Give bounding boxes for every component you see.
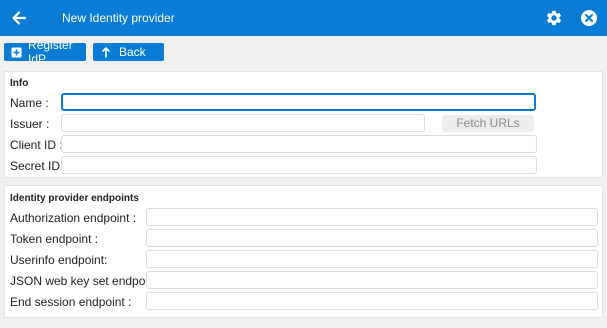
userinfo-endpoint-label: Userinfo endpoint: [10, 253, 108, 267]
endpoints-section-title: Identity provider endpoints [10, 193, 139, 204]
back-button[interactable]: Back [93, 43, 164, 61]
jwks-endpoint-input[interactable] [146, 271, 598, 289]
back-label: Back [119, 45, 146, 59]
name-input[interactable] [61, 93, 536, 111]
authorization-endpoint-label: Authorization endpoint : [10, 211, 137, 225]
end-session-endpoint-label: End session endpoint : [10, 295, 132, 309]
secret-id-label: Secret ID : [10, 159, 67, 173]
token-endpoint-input[interactable] [146, 229, 598, 247]
page-title: New Identity provider [62, 11, 175, 25]
fetch-urls-button[interactable]: Fetch URLs [442, 115, 534, 132]
info-panel: Info Name : Issuer : Fetch URLs Client I… [4, 71, 603, 178]
client-id-input[interactable] [61, 135, 537, 153]
register-idp-button[interactable]: Register IdP [4, 38, 86, 66]
client-id-label: Client ID : [10, 138, 63, 152]
endpoints-panel: Identity provider endpoints Authorizatio… [4, 185, 603, 318]
return-arrow-icon [98, 44, 114, 60]
issuer-label: Issuer : [10, 117, 50, 131]
app-header: New Identity provider [0, 0, 607, 36]
plus-box-icon [9, 44, 23, 60]
secret-id-input[interactable] [61, 156, 537, 174]
userinfo-endpoint-input[interactable] [146, 250, 598, 268]
arrow-left-icon[interactable] [9, 8, 29, 28]
issuer-input[interactable] [61, 114, 425, 132]
jwks-endpoint-label: JSON web key set endpoint : [10, 274, 165, 288]
gear-icon[interactable] [545, 9, 563, 27]
name-label: Name : [10, 96, 49, 110]
token-endpoint-label: Token endpoint : [10, 232, 99, 246]
end-session-endpoint-input[interactable] [146, 292, 598, 310]
close-icon[interactable] [580, 9, 598, 27]
authorization-endpoint-input[interactable] [146, 208, 598, 226]
register-idp-label: Register IdP [28, 38, 73, 66]
info-section-title: Info [10, 78, 29, 89]
